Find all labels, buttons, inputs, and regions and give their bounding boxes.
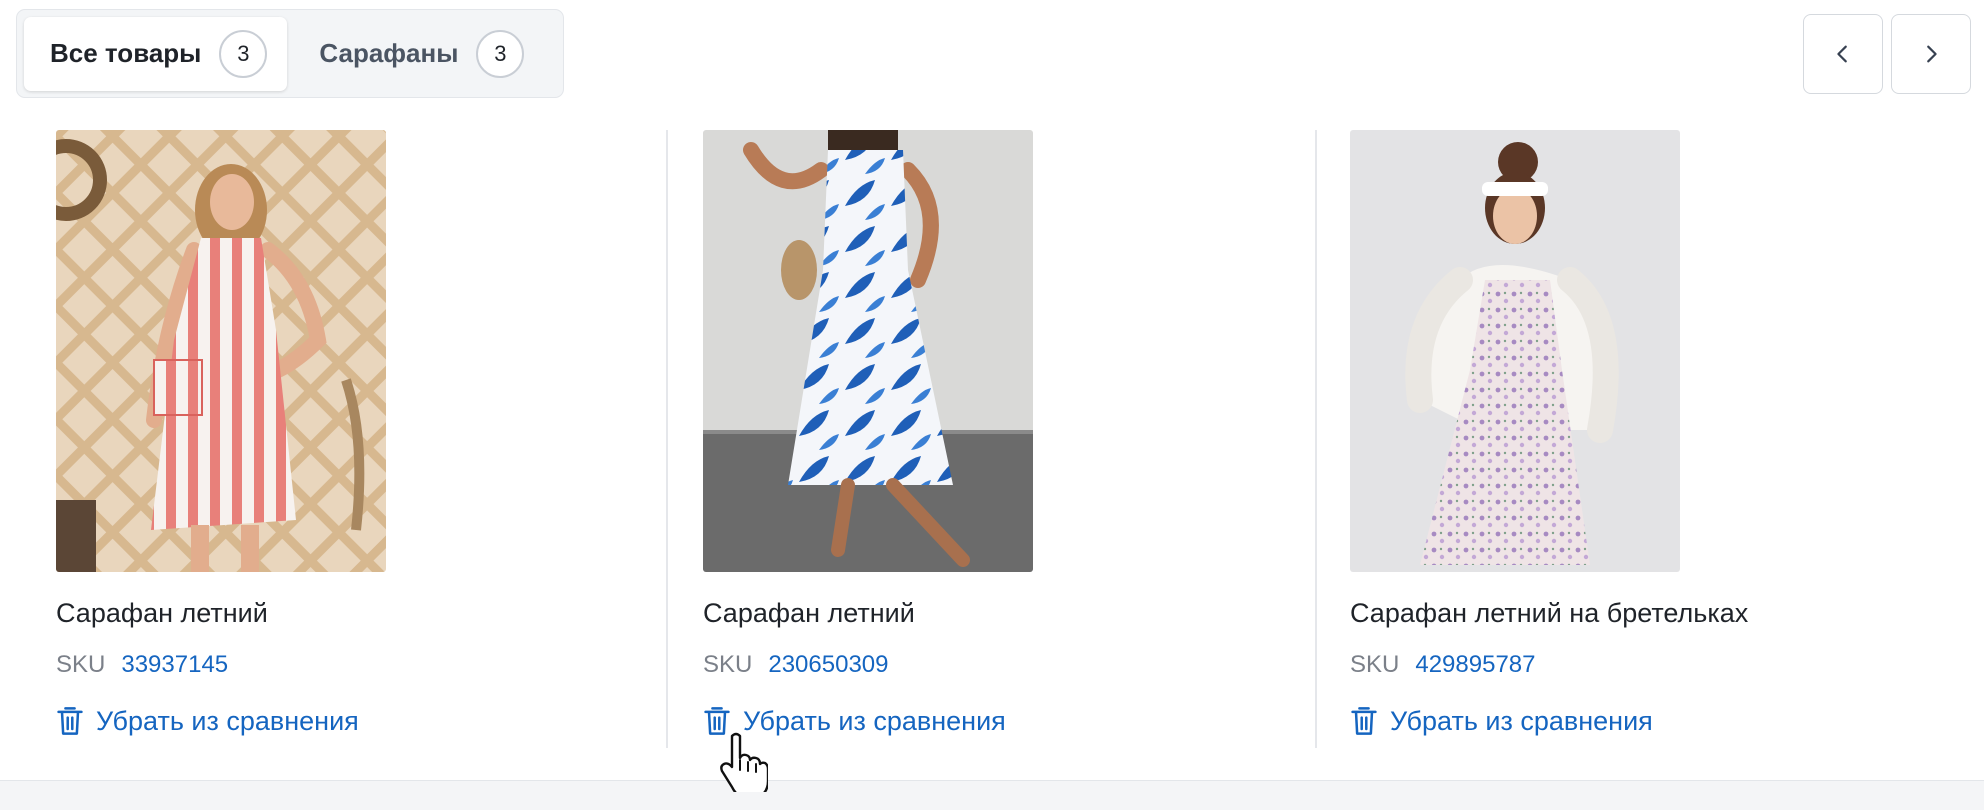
remove-label: Убрать из сравнения bbox=[1390, 705, 1653, 736]
column-divider bbox=[666, 130, 668, 748]
hand-cursor-icon bbox=[720, 732, 768, 792]
remove-label: Убрать из сравнения bbox=[743, 705, 1006, 736]
trash-icon bbox=[1351, 707, 1377, 735]
product-image[interactable] bbox=[1350, 130, 1680, 572]
prev-button[interactable] bbox=[1803, 14, 1883, 94]
sku-row: SKU 33937145 bbox=[56, 651, 616, 679]
tab-all-products[interactable]: Все товары 3 bbox=[24, 16, 288, 91]
sku-row: SKU 429895787 bbox=[1350, 651, 1910, 679]
chevron-right-icon bbox=[1927, 45, 1937, 63]
count-badge: 3 bbox=[476, 29, 525, 78]
count-badge: 3 bbox=[219, 29, 268, 78]
product-card: Сарафан летний на бретельках SKU 4298957… bbox=[1350, 130, 1910, 750]
sku-label: SKU bbox=[56, 651, 106, 678]
page-bottom-band bbox=[0, 780, 1984, 810]
product-title[interactable]: Сарафан летний на бретельках bbox=[1350, 598, 1910, 629]
sku-label: SKU bbox=[1350, 651, 1400, 678]
column-divider bbox=[1315, 130, 1317, 748]
sku-row: SKU 230650309 bbox=[703, 651, 1263, 679]
sku-link[interactable]: 429895787 bbox=[1415, 651, 1535, 679]
product-title[interactable]: Сарафан летний bbox=[56, 598, 616, 629]
chevron-left-icon bbox=[1837, 45, 1847, 63]
tab-sarafans[interactable]: Сарафаны 3 bbox=[293, 17, 544, 91]
remove-from-compare-button[interactable]: Убрать из сравнения bbox=[703, 705, 1263, 737]
remove-from-compare-button[interactable]: Убрать из сравнения bbox=[1350, 705, 1910, 737]
product-image[interactable] bbox=[56, 130, 386, 572]
sku-link[interactable]: 33937145 bbox=[121, 651, 228, 679]
tab-label: Все товары bbox=[50, 38, 202, 68]
product-image[interactable] bbox=[703, 130, 1033, 572]
category-tabs: Все товары 3 Сарафаны 3 bbox=[16, 9, 564, 98]
remove-from-compare-button[interactable]: Убрать из сравнения bbox=[56, 705, 616, 737]
trash-icon bbox=[57, 707, 83, 735]
product-card: Сарафан летний SKU 33937145 Убрать из ср… bbox=[56, 130, 616, 750]
product-card: Сарафан летний SKU 230650309 Убрать из с… bbox=[703, 130, 1263, 750]
tab-label: Сарафаны bbox=[319, 38, 459, 68]
sku-label: SKU bbox=[703, 651, 753, 678]
comparison-page: Все товары 3 Сарафаны 3 Сарафан летний S… bbox=[0, 0, 1984, 810]
next-button[interactable] bbox=[1891, 14, 1971, 94]
product-title[interactable]: Сарафан летний bbox=[703, 598, 1263, 629]
sku-link[interactable]: 230650309 bbox=[768, 651, 888, 679]
remove-label: Убрать из сравнения bbox=[96, 705, 359, 736]
